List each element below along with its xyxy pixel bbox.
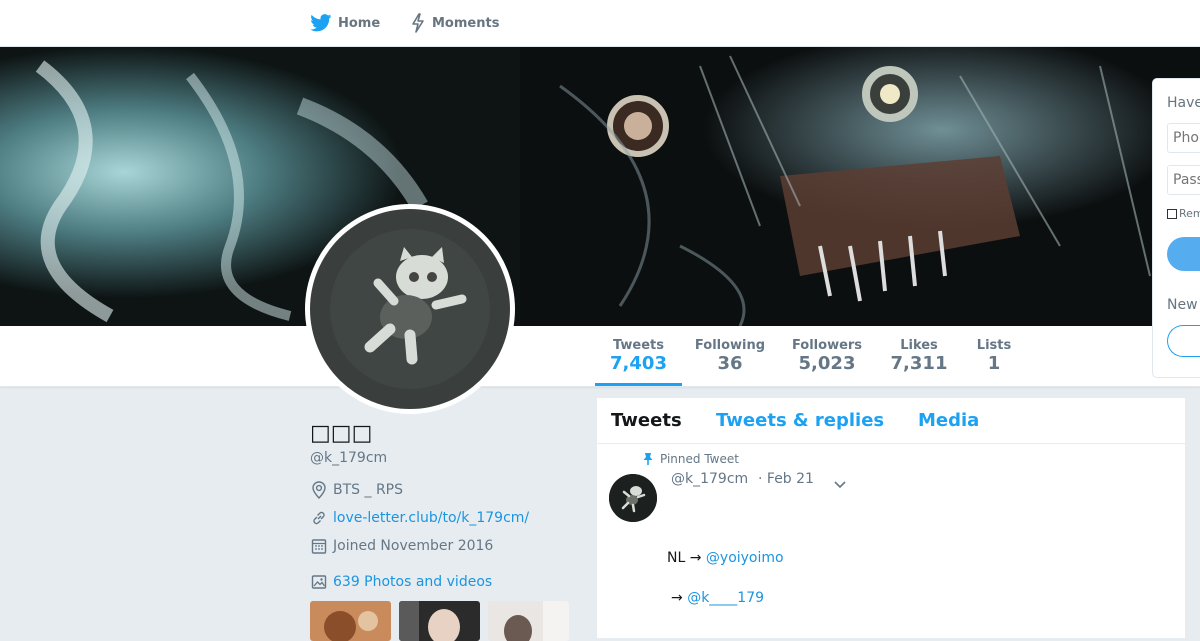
tab-tweets-replies[interactable]: Tweets & replies — [716, 410, 884, 431]
tweet-mention[interactable]: @yoiyoimo — [706, 550, 784, 566]
login-button[interactable] — [1167, 237, 1200, 271]
chevron-down-icon — [834, 481, 846, 489]
stat-label: Followers — [791, 338, 863, 353]
photo-thumbnails — [310, 601, 569, 641]
stat-following[interactable]: Following 36 — [694, 326, 766, 386]
location-text: BTS _ RPS — [333, 482, 403, 498]
remember-label: Rem — [1179, 207, 1200, 220]
profile-handle: @k_179cm — [310, 450, 388, 466]
stat-value: 7,403 — [610, 353, 667, 374]
tweet-avatar[interactable] — [609, 474, 657, 522]
pinned-text: Pinned Tweet — [660, 452, 739, 466]
timeline-tabs: Tweets Tweets & replies Media — [597, 398, 1185, 444]
stat-value: 36 — [717, 353, 743, 374]
login-heading: Have — [1167, 95, 1200, 111]
photo-thumbnail[interactable] — [310, 601, 391, 641]
stat-value: 7,311 — [890, 353, 948, 374]
tweet-text-line: NL → @yoiyoimo — [667, 550, 784, 566]
pinned-tweet-label: Pinned Tweet — [642, 452, 739, 466]
stat-value: 5,023 — [798, 353, 856, 374]
phone-input[interactable] — [1167, 123, 1200, 153]
lightning-icon — [412, 13, 424, 33]
password-input[interactable] — [1167, 165, 1200, 195]
avatar-image — [310, 209, 510, 409]
nav-moments-label: Moments — [432, 15, 500, 31]
profile-banner — [0, 46, 1200, 326]
tweet-menu-button[interactable] — [833, 475, 847, 494]
map-pin-icon — [312, 481, 326, 499]
pin-icon — [643, 453, 653, 465]
tweet-text-line: → @k____179 — [671, 590, 764, 606]
tweet-date[interactable]: · Feb 21 — [758, 471, 814, 487]
photo-thumbnail[interactable] — [488, 601, 569, 641]
stat-label: Following — [694, 338, 766, 353]
tab-media[interactable]: Media — [918, 410, 979, 431]
stat-followers[interactable]: Followers 5,023 — [789, 326, 865, 386]
stat-lists[interactable]: Lists 1 — [972, 326, 1016, 386]
tweet-mention[interactable]: @k____179 — [687, 590, 764, 606]
profile-website: love-letter.club/to/k_179cm/ — [311, 509, 529, 527]
profile-avatar[interactable] — [305, 204, 515, 414]
new-to-label: New — [1167, 297, 1198, 313]
stat-tweets[interactable]: Tweets 7,403 — [595, 326, 682, 386]
timeline: Tweets Tweets & replies Media Pinned Twe… — [596, 397, 1186, 639]
stat-value: 1 — [987, 353, 1001, 374]
top-navigation: Home Moments — [0, 0, 1200, 47]
tweet-text: → — [671, 590, 688, 606]
photos-link[interactable]: 639 Photos and videos — [333, 574, 492, 590]
remember-me[interactable]: Rem — [1167, 207, 1200, 220]
login-panel: Have Rem New — [1152, 78, 1200, 378]
joined-text: Joined November 2016 — [333, 538, 494, 554]
twitter-bird-icon — [310, 14, 332, 32]
profile-photos: 639 Photos and videos — [311, 573, 492, 591]
banner-image — [0, 46, 1200, 326]
stat-label: Likes — [900, 338, 938, 353]
profile-location: BTS _ RPS — [311, 481, 403, 499]
website-link[interactable]: love-letter.club/to/k_179cm/ — [333, 510, 529, 526]
profile-joined: Joined November 2016 — [311, 537, 493, 555]
image-icon — [311, 575, 327, 589]
tab-tweets[interactable]: Tweets — [611, 410, 682, 431]
nav-moments[interactable]: Moments — [410, 0, 499, 46]
signup-button[interactable] — [1167, 325, 1200, 357]
tweet-text: NL → — [667, 550, 706, 566]
link-icon — [313, 511, 325, 525]
stat-label: Lists — [976, 338, 1012, 353]
profile-stats-bar: Tweets 7,403 Following 36 Followers 5,02… — [0, 326, 1200, 387]
nav-home[interactable]: Home — [310, 0, 380, 46]
tweet-handle[interactable]: @k_179cm — [671, 471, 748, 487]
calendar-icon — [311, 539, 327, 554]
remember-checkbox[interactable] — [1167, 208, 1177, 219]
stat-likes[interactable]: Likes 7,311 — [886, 326, 952, 386]
stat-label: Tweets — [612, 338, 665, 353]
profile-name: □□□ — [310, 421, 373, 446]
photo-thumbnail[interactable] — [399, 601, 480, 641]
nav-home-label: Home — [338, 15, 381, 31]
